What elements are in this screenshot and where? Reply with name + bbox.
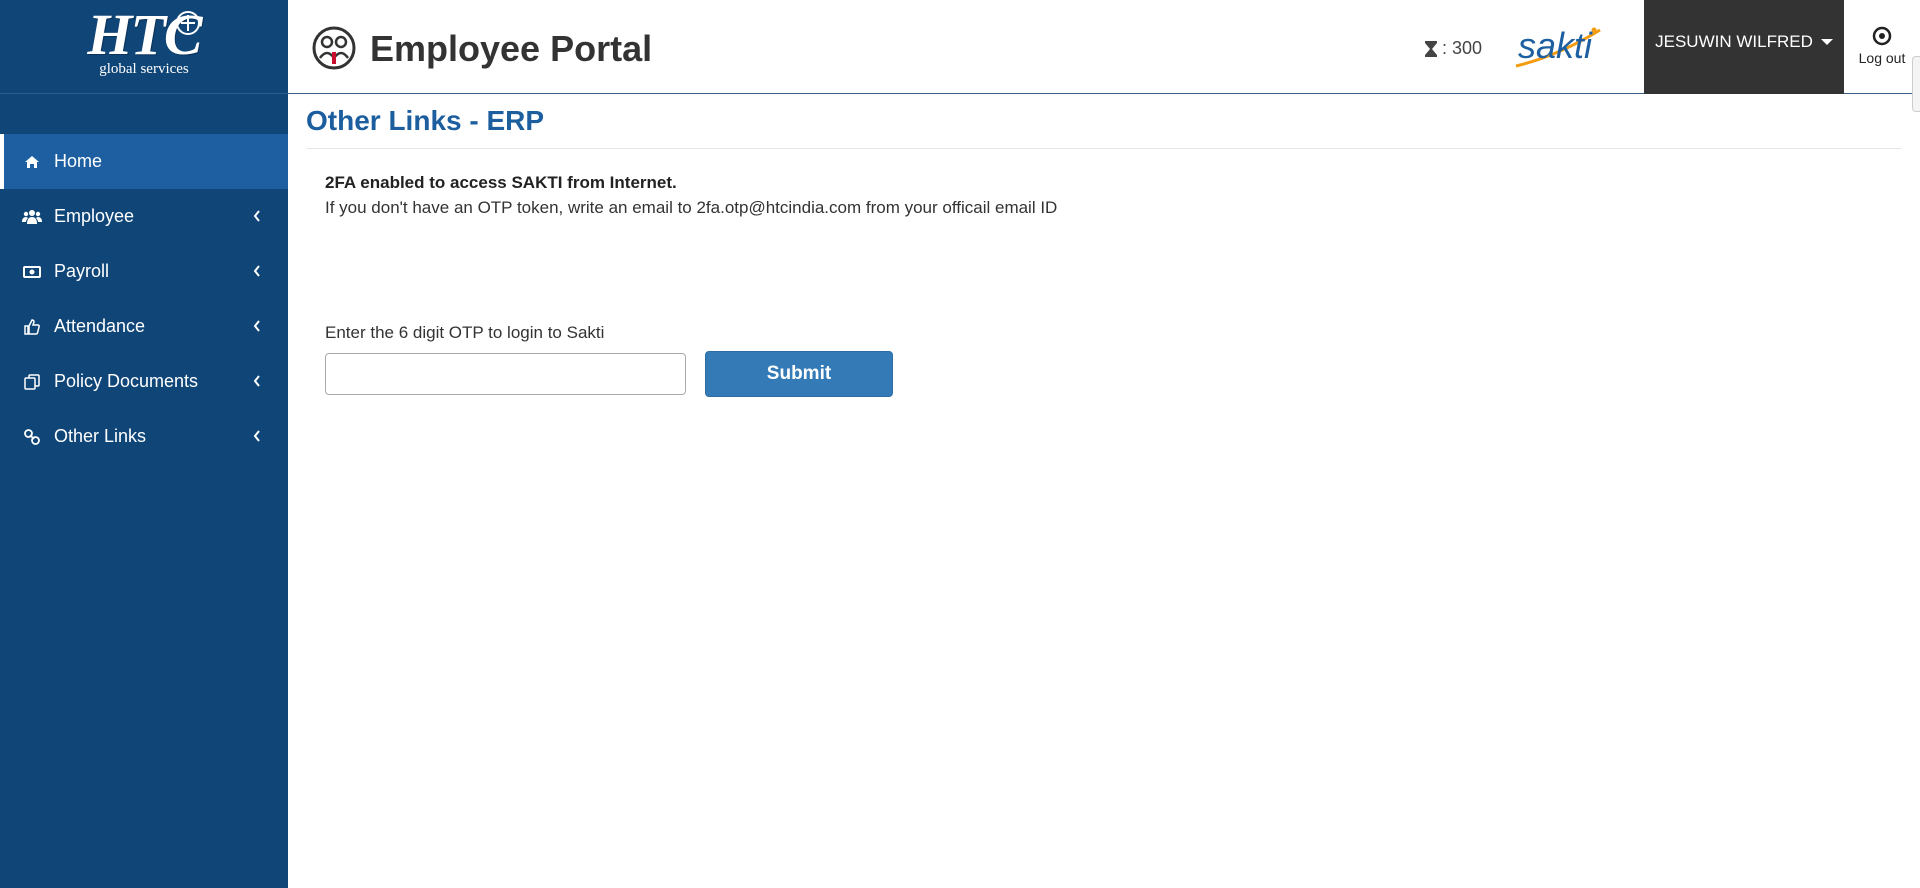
user-menu-dropdown[interactable]: JESUWIN WILFRED xyxy=(1644,0,1844,94)
sidebar-item-label: Attendance xyxy=(54,316,146,336)
caret-down-icon xyxy=(1820,39,1833,45)
power-icon xyxy=(1872,26,1892,46)
chevron-left-icon xyxy=(253,320,260,332)
chevron-left-icon xyxy=(253,430,260,442)
sidebar-item-policy-documents[interactable]: Policy Documents xyxy=(0,354,288,409)
divider xyxy=(306,148,1902,149)
sidebar-item-other-links[interactable]: Other Links xyxy=(0,409,288,464)
logout-button[interactable]: Log out xyxy=(1844,0,1920,94)
sidebar-nav: Home Employee Payroll Attendance Policy … xyxy=(0,134,288,464)
hourglass-icon xyxy=(1425,40,1437,57)
home-icon xyxy=(22,152,42,172)
htc-logo[interactable]: HTC global services xyxy=(74,4,214,89)
page-title: Other Links - ERP xyxy=(306,105,545,136)
money-icon xyxy=(22,262,42,282)
sidebar-item-payroll[interactable]: Payroll xyxy=(0,244,288,299)
sidebar-item-label: Policy Documents xyxy=(54,371,199,391)
sidebar-item-label: Employee xyxy=(54,206,135,226)
sidebar-item-label: Home xyxy=(54,151,103,171)
submit-button[interactable]: Submit xyxy=(705,351,893,397)
logo-area: HTC global services xyxy=(0,0,288,94)
portal-title: Employee Portal xyxy=(370,28,653,69)
sidebar-item-label: Payroll xyxy=(54,261,110,281)
2fa-notice-heading: 2FA enabled to access SAKTI from Interne… xyxy=(325,173,677,192)
chevron-left-icon xyxy=(253,375,260,387)
chevron-left-icon xyxy=(253,210,260,222)
documents-icon xyxy=(22,372,42,392)
2fa-notice-text: If you don't have an OTP token, write an… xyxy=(325,198,1058,217)
header: Employee Portal : 300 sakti JESUWIN WILF… xyxy=(288,0,1920,112)
otp-input[interactable] xyxy=(325,353,686,395)
logout-label: Log out xyxy=(1858,50,1906,66)
sidebar-item-employee[interactable]: Employee xyxy=(0,189,288,244)
users-icon xyxy=(22,207,42,227)
otp-label: Enter the 6 digit OTP to login to Sakti xyxy=(325,323,605,342)
svg-text:sakti: sakti xyxy=(1518,25,1593,66)
main-content: Other Links - ERP 2FA enabled to access … xyxy=(288,95,1920,888)
link-icon xyxy=(22,427,42,447)
employee-portal-icon xyxy=(312,26,356,70)
thumbs-up-icon xyxy=(22,317,42,337)
sakti-logo[interactable]: sakti xyxy=(1510,22,1606,72)
globe-icon xyxy=(176,10,200,35)
sidebar-item-home[interactable]: Home xyxy=(0,134,288,189)
sidebar-item-attendance[interactable]: Attendance xyxy=(0,299,288,354)
user-name: JESUWIN WILFRED xyxy=(1655,32,1813,51)
timer-value: : 300 xyxy=(1442,38,1483,58)
sidebar-item-label: Other Links xyxy=(54,426,147,446)
chevron-left-icon xyxy=(253,265,260,277)
sidebar: HTC global services Home Employee Payrol… xyxy=(0,0,288,888)
session-timer: : 300 xyxy=(1424,38,1482,59)
